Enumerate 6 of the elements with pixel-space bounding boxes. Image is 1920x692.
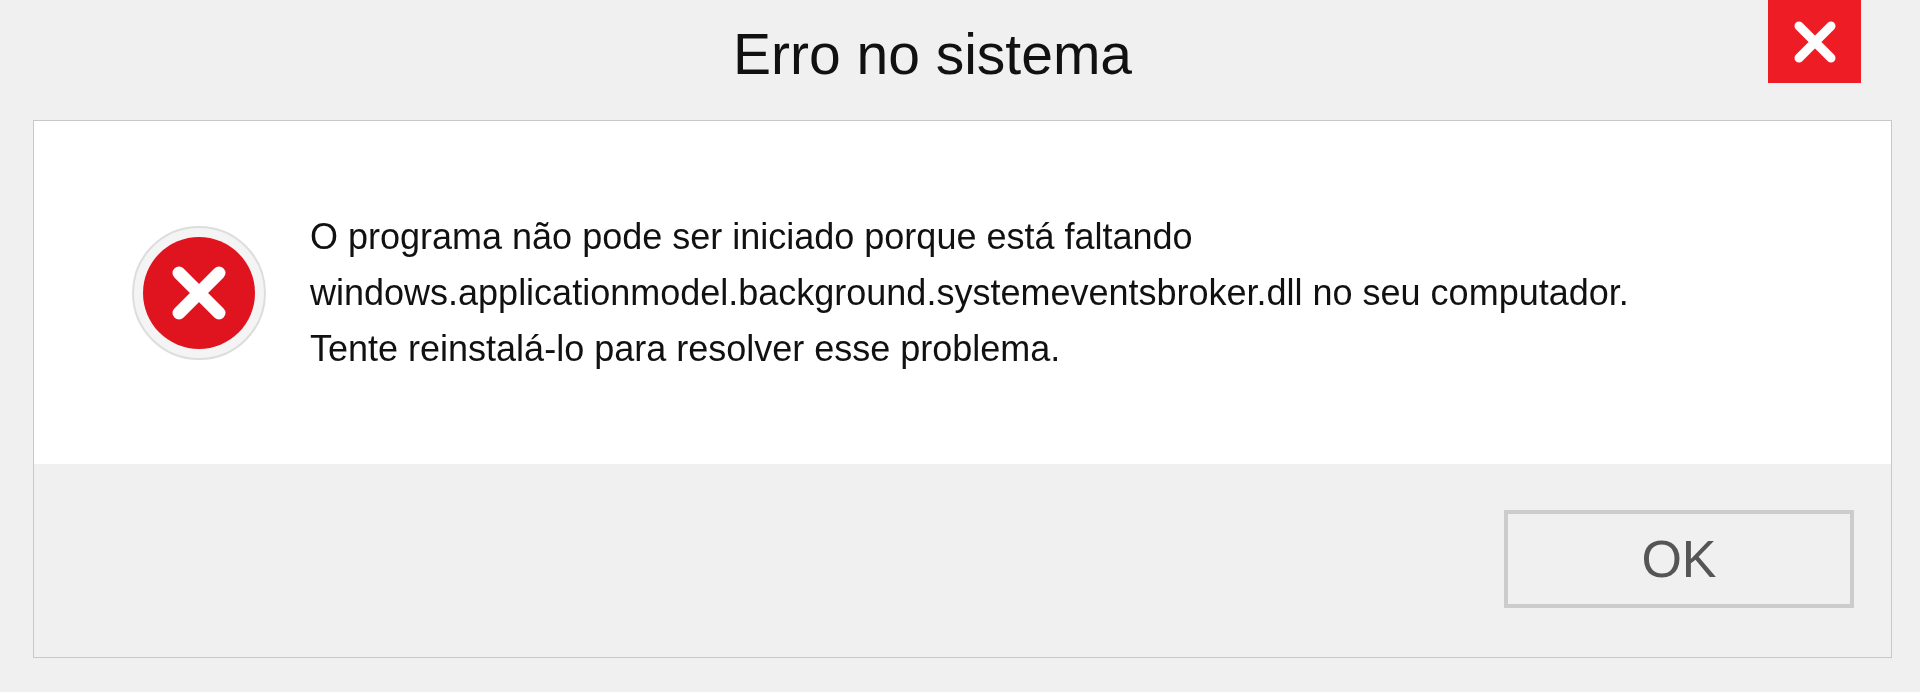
close-icon	[1792, 19, 1837, 64]
window-title: Erro no sistema	[732, 21, 1133, 88]
ok-button[interactable]: OK	[1504, 509, 1854, 608]
close-button[interactable]	[1768, 0, 1861, 83]
error-icon	[131, 224, 267, 361]
error-message: O programa não pode ser iniciado porque está faltando windows.applicationmodel.background.systemeventsbroker.dll no seu computador. Tente reinstalá-lo para resolver esse problema.	[310, 214, 1630, 371]
